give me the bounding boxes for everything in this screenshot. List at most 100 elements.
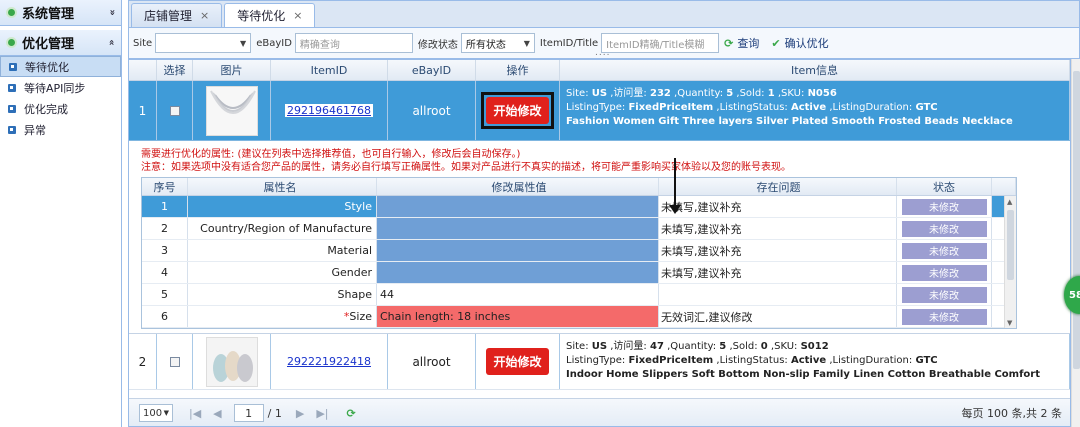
attr-problem: 无效词汇,建议修改 [659, 306, 897, 327]
start-edit-button[interactable]: 开始修改 [486, 348, 549, 375]
attr-status-cell: 未修改 [897, 306, 992, 327]
site-select[interactable]: ▼ [155, 33, 252, 53]
attr-problem: 未填写,建议补充 [659, 262, 897, 283]
itemid-title-input[interactable]: ItemID精确/Title模糊 [601, 33, 720, 53]
info-text: ,SKU: [767, 341, 801, 352]
sidebar-item-api-sync[interactable]: 等待API同步 [0, 77, 121, 98]
sidebar-section-label: 优化管理 [22, 37, 75, 52]
sidebar: 系统管理 » 优化管理 » 等待优化 等待API同步 优化完成 异常 [0, 0, 122, 427]
table-row[interactable]: 1 292196461768 allroot 开始修改 Site: US ,访问… [129, 81, 1070, 141]
info-listing-type: FixedPriceItem [628, 102, 714, 113]
ebayid-input[interactable]: 精确查询 [294, 33, 413, 53]
sidebar-item-waiting-optimize[interactable]: 等待优化 [0, 56, 121, 77]
sidebar-item-label: 优化完成 [24, 102, 68, 116]
next-page-icon[interactable]: ▶ [296, 407, 304, 420]
attr-status-cell: 未修改 [897, 240, 992, 261]
item-title-text: Indoor Home Slippers Soft Bottom Non-sli… [566, 369, 1041, 380]
pager-summary: 每页 100 条,共 2 条 [961, 407, 1062, 420]
attribute-table-scrollbar[interactable]: ▲ ▼ [1004, 196, 1016, 328]
action-cell: 开始修改 [476, 334, 560, 389]
info-line-1: Site: US ,访问量: 47 ,Quantity: 5 ,Sold: 0 … [566, 340, 829, 354]
pagination-bar: 100 ▼ |◀ ◀ 1 / 1 ▶ ▶| ⟳ 每页 100 条,共 2 条 [129, 398, 1070, 426]
attr-seq: 4 [142, 262, 188, 283]
attribute-row[interactable]: 4 Gender 未填写,建议补充 未修改 [142, 262, 1016, 284]
resize-handle[interactable]: .... [595, 48, 610, 58]
info-text: ,Sold: [733, 88, 768, 99]
first-page-icon[interactable]: |◀ [189, 407, 201, 420]
info-listing-duration: GTC [915, 102, 938, 113]
attribute-table-header: 序号 属性名 修改属性值 存在问题 状态 [142, 178, 1016, 196]
product-thumbnail-necklace[interactable] [205, 85, 258, 136]
row-checkbox[interactable] [169, 105, 180, 116]
info-text: ,SKU: [774, 88, 808, 99]
header-seq: 序号 [142, 178, 188, 195]
prev-page-icon[interactable]: ◀ [213, 407, 221, 420]
attribute-row[interactable]: 2 Country/Region of Manufacture 未填写,建议补充… [142, 218, 1016, 240]
scroll-down-icon[interactable]: ▼ [1007, 319, 1012, 327]
status-select[interactable]: 所有状态 ▼ [460, 33, 535, 53]
status-value: 所有状态 [465, 39, 506, 51]
ebayid-label: eBayID [256, 37, 292, 49]
info-line-2: ListingType: FixedPriceItem ,ListingStat… [566, 354, 938, 368]
annotation-arrow-head [669, 205, 681, 214]
attribute-row[interactable]: 3 Material 未填写,建议补充 未修改 [142, 240, 1016, 262]
attribute-row[interactable]: 1 Style 未填写,建议补充 未修改 [142, 196, 1016, 218]
row-checkbox[interactable] [169, 356, 180, 367]
dropdown-arrow-icon: ▼ [163, 409, 169, 417]
start-edit-button[interactable]: 开始修改 [486, 97, 549, 124]
page-number-input[interactable]: 1 [233, 404, 264, 422]
scroll-thumb[interactable] [1007, 210, 1014, 280]
attr-value-input[interactable] [377, 218, 659, 239]
attr-status-cell: 未修改 [897, 262, 992, 283]
status-badge: 未修改 [901, 220, 987, 237]
info-text: ,Sold: [726, 341, 761, 352]
product-thumbnail-slippers[interactable] [205, 336, 258, 387]
item-title: Fashion Women Gift Three layers Silver P… [566, 115, 1013, 129]
grid-scrollbar[interactable] [1071, 59, 1080, 427]
itemid-link[interactable]: 292221922418 [287, 355, 371, 368]
sidebar-item-exception[interactable]: 异常 [0, 119, 121, 140]
image-cell [193, 81, 271, 140]
tab-waiting-optimize[interactable]: 等待优化 × [224, 3, 316, 27]
info-text: ,ListingDuration: [826, 102, 916, 113]
filter-bar: Site ▼ eBayID 精确查询 修改状态 所有状态 ▼ ItemID/Ti… [128, 27, 1080, 59]
search-button[interactable]: ⟳ 查询 [724, 35, 759, 51]
attr-value-input[interactable] [377, 240, 659, 261]
scroll-up-icon[interactable]: ▲ [1007, 198, 1012, 206]
last-page-icon[interactable]: ▶| [316, 407, 328, 420]
tab-bar: 店铺管理 × 等待优化 × [128, 0, 1080, 27]
info-text: ,Quantity: [670, 88, 727, 99]
refresh-icon[interactable]: ⟳ [346, 407, 355, 420]
header-attr-name: 属性名 [188, 178, 377, 195]
tab-store-management[interactable]: 店铺管理 × [131, 3, 223, 27]
sidebar-section-optimize[interactable]: 优化管理 » [0, 30, 121, 56]
info-text: Site: [566, 341, 592, 352]
collapse-icon[interactable]: » [106, 39, 117, 45]
confirm-optimize-button[interactable]: ✔ 确认优化 [771, 35, 828, 51]
table-row[interactable]: 2 292221922418 allroot 开始修改 Site: US ,访问… [129, 334, 1070, 390]
annotation-arrow-shaft [674, 158, 676, 210]
info-text: ,Quantity: [663, 341, 720, 352]
attr-value-input[interactable]: Chain length: 18 inches [377, 306, 659, 327]
tab-label: 店铺管理 [144, 9, 193, 23]
page-size-select[interactable]: 100 ▼ [139, 404, 173, 422]
info-text: ,ListingStatus: [713, 102, 791, 113]
attr-value-input[interactable] [377, 262, 659, 283]
close-icon[interactable]: × [200, 9, 209, 22]
sidebar-section-system[interactable]: 系统管理 » [0, 0, 121, 26]
sidebar-item-optimized[interactable]: 优化完成 [0, 98, 121, 119]
status-badge: 未修改 [901, 286, 987, 303]
expand-icon[interactable]: » [106, 9, 117, 15]
attribute-row[interactable]: 6 * Size Chain length: 18 inches 无效词汇,建议修… [142, 306, 1016, 328]
close-icon[interactable]: × [293, 9, 302, 22]
row-select-cell [157, 81, 193, 140]
info-visits: 47 [649, 341, 664, 352]
itemid-link[interactable]: 292196461768 [285, 104, 373, 117]
scroll-thumb[interactable] [1073, 71, 1080, 369]
info-sku: S012 [800, 341, 829, 352]
search-label: 查询 [737, 37, 760, 50]
attr-value-input[interactable]: 44 [377, 284, 659, 305]
info-text: ,访问量: [607, 88, 650, 99]
attribute-row[interactable]: 5 Shape 44 未修改 [142, 284, 1016, 306]
attr-value-input[interactable] [377, 196, 659, 217]
